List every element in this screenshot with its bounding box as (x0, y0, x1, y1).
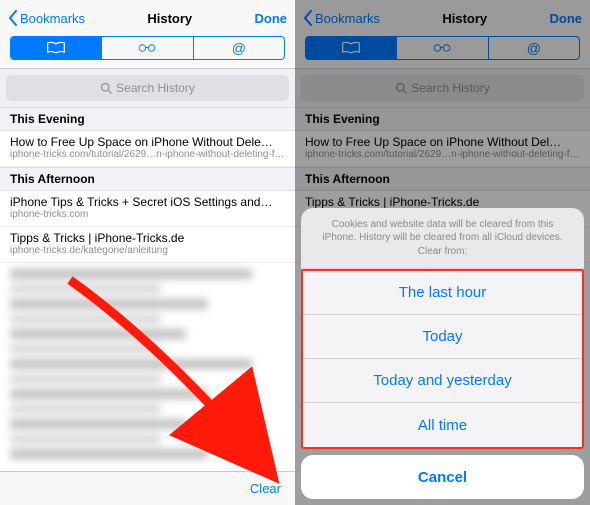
back-label: Bookmarks (20, 11, 85, 26)
sheet-options-highlight: The last hour Today Today and yesterday … (301, 269, 584, 449)
row-title: How to Free Up Space on iPhone Without D… (10, 135, 285, 149)
history-list[interactable]: This Evening How to Free Up Space on iPh… (0, 107, 295, 471)
back-label: Bookmarks (315, 11, 380, 26)
nav-bar: Bookmarks History Done @ (0, 0, 295, 69)
history-row[interactable]: iPhone Tips & Tricks + Secret iOS Settin… (0, 191, 295, 227)
history-row[interactable]: How to Free Up Space on iPhone Without D… (0, 131, 295, 167)
back-button[interactable]: Bookmarks (303, 10, 380, 26)
segmented-control: @ (10, 36, 285, 60)
search-icon (100, 82, 112, 94)
screen-left: Bookmarks History Done @ Search History … (0, 0, 295, 505)
history-row[interactable]: How to Free Up Space on iPhone Without D… (295, 131, 590, 167)
row-subtitle: iphone-tricks.com (10, 209, 285, 220)
tab-bookmarks[interactable] (11, 37, 102, 59)
blurred-rows (0, 263, 295, 471)
tab-shared-links[interactable]: @ (194, 37, 284, 59)
glasses-icon (137, 41, 157, 55)
toolbar: Clear (0, 471, 295, 505)
clear-today-button[interactable]: Today (303, 315, 582, 359)
chevron-left-icon (8, 10, 18, 26)
row-title: Tipps & Tricks | iPhone-Tricks.de (10, 231, 285, 245)
search-placeholder: Search History (411, 81, 490, 95)
done-button[interactable]: Done (254, 11, 287, 26)
row-subtitle: iphone-tricks.com/tutorial/2629…n-iphone… (10, 149, 285, 160)
nav-bar: Bookmarks History Done @ (295, 0, 590, 69)
row-subtitle: iphone-tricks.com/tutorial/2629…n-iphone… (305, 149, 580, 160)
search-input[interactable]: Search History (6, 75, 289, 101)
row-title: How to Free Up Space on iPhone Without D… (305, 135, 580, 149)
clear-all-time-button[interactable]: All time (303, 403, 582, 447)
clear-today-yesterday-button[interactable]: Today and yesterday (303, 359, 582, 403)
cancel-button[interactable]: Cancel (301, 455, 584, 499)
tab-reading-list[interactable] (102, 37, 193, 59)
section-header: This Evening (0, 107, 295, 131)
tab-reading-list[interactable] (397, 37, 488, 59)
at-icon: @ (232, 40, 246, 56)
book-icon (341, 41, 361, 55)
search-input[interactable]: Search History (301, 75, 584, 101)
at-icon: @ (527, 40, 541, 56)
page-title: History (147, 11, 192, 26)
clear-last-hour-button[interactable]: The last hour (303, 271, 582, 315)
action-sheet: Cookies and website data will be cleared… (295, 202, 590, 505)
section-header: This Evening (295, 107, 590, 131)
row-subtitle: iphone-tricks.de/kategorie/anleitung (10, 245, 285, 256)
book-icon (46, 41, 66, 55)
row-title: iPhone Tips & Tricks + Secret iOS Settin… (10, 195, 285, 209)
done-button[interactable]: Done (549, 11, 582, 26)
history-row[interactable]: Tipps & Tricks | iPhone-Tricks.de iphone… (0, 227, 295, 263)
tab-bookmarks[interactable] (306, 37, 397, 59)
screen-right: Bookmarks History Done @ Search History … (295, 0, 590, 505)
back-button[interactable]: Bookmarks (8, 10, 85, 26)
search-placeholder: Search History (116, 81, 195, 95)
page-title: History (442, 11, 487, 26)
glasses-icon (432, 41, 452, 55)
segmented-control: @ (305, 36, 580, 60)
clear-button[interactable]: Clear (250, 481, 281, 496)
tab-shared-links[interactable]: @ (489, 37, 579, 59)
section-header: This Afternoon (0, 167, 295, 191)
search-icon (395, 82, 407, 94)
section-header: This Afternoon (295, 167, 590, 191)
chevron-left-icon (303, 10, 313, 26)
sheet-message: Cookies and website data will be cleared… (301, 208, 584, 270)
